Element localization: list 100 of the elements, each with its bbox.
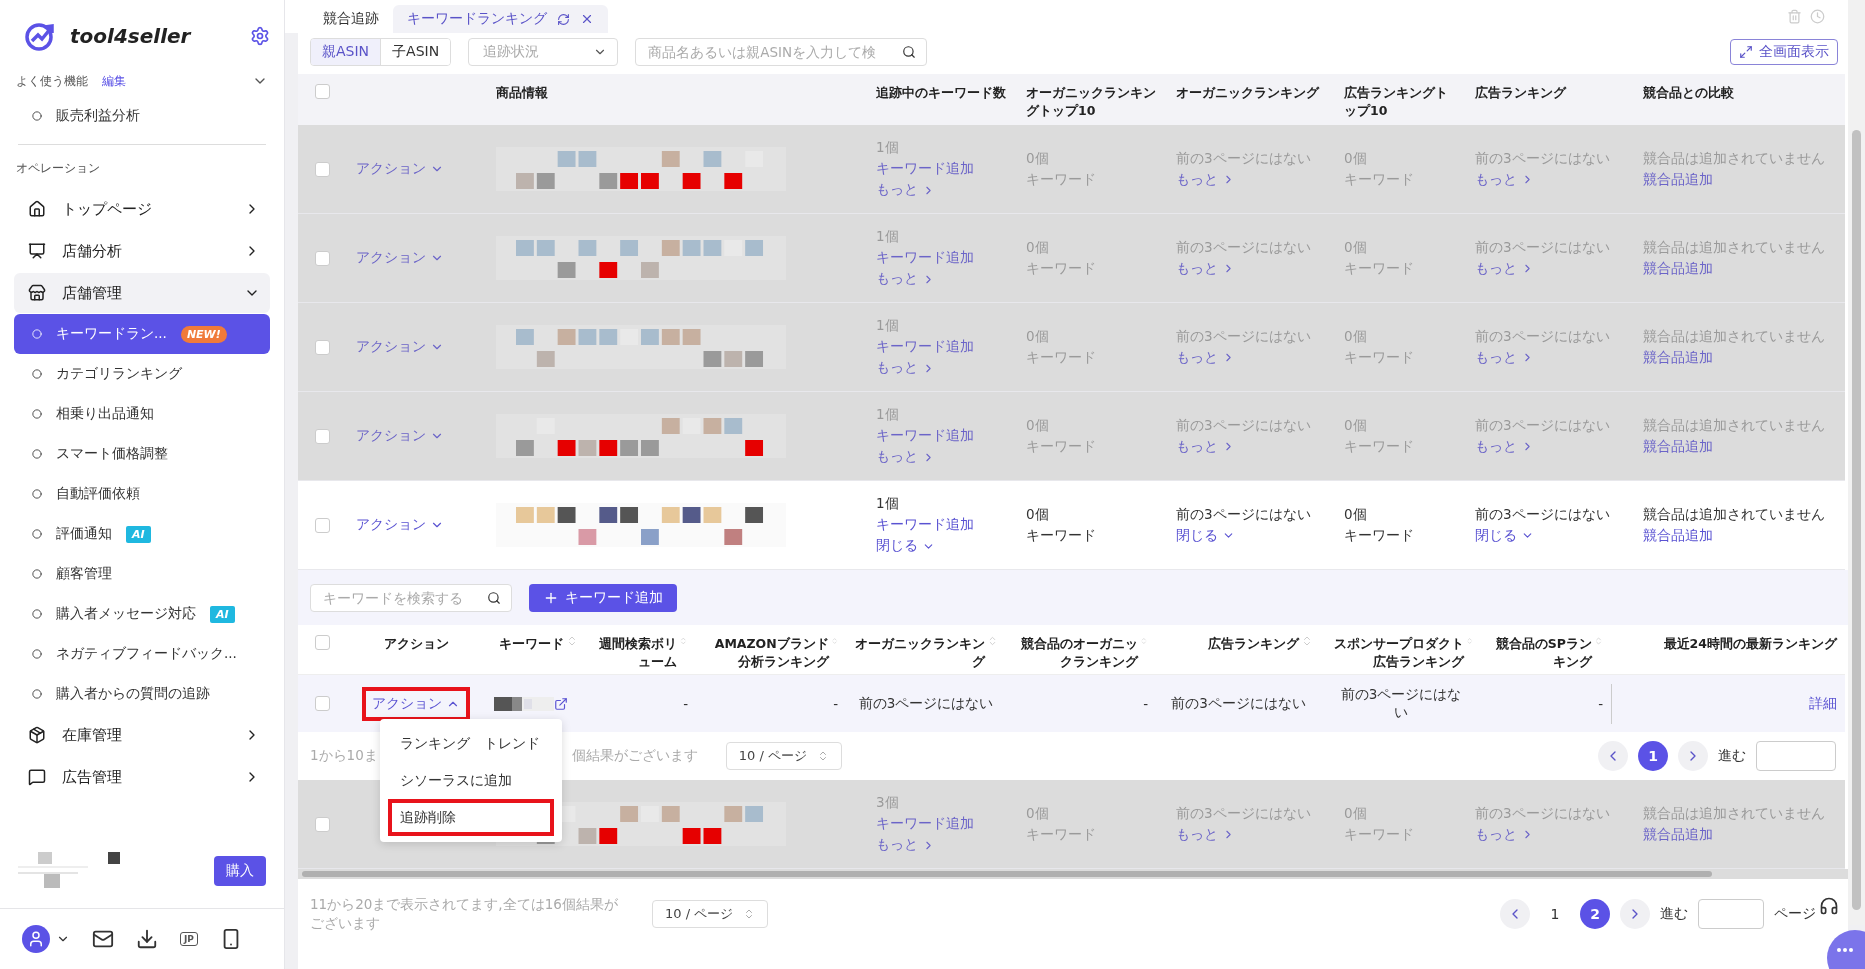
more-link[interactable]: もっと bbox=[1176, 259, 1235, 278]
column-header[interactable]: スポンサープロダクト広告ランキング bbox=[1329, 635, 1473, 670]
action-dropdown[interactable]: アクション bbox=[356, 160, 444, 178]
action-dropdown[interactable]: アクション bbox=[356, 516, 444, 534]
trash-icon[interactable] bbox=[1787, 9, 1802, 24]
buy-button[interactable]: 購入 bbox=[214, 855, 266, 886]
action-dropdown[interactable]: アクション bbox=[356, 249, 444, 267]
add-competitor-link[interactable]: 競合品追加 bbox=[1643, 259, 1713, 278]
more-link[interactable]: もっと bbox=[1176, 170, 1235, 189]
more-link[interactable]: もっと bbox=[876, 181, 935, 199]
add-keyword-link[interactable]: キーワード追加 bbox=[876, 815, 974, 833]
more-link[interactable]: もっと bbox=[876, 270, 935, 288]
next-page-button[interactable] bbox=[1620, 899, 1650, 929]
fullscreen-button[interactable]: 全画面表示 bbox=[1730, 38, 1838, 65]
nav-item[interactable]: キーワードラン... NEW! bbox=[14, 314, 270, 354]
nav-item[interactable]: 相乗り出品通知 bbox=[14, 394, 270, 434]
menu-item[interactable]: ランキング トレンド bbox=[380, 725, 562, 762]
checkbox[interactable] bbox=[314, 428, 330, 444]
page-input[interactable] bbox=[1698, 899, 1764, 929]
search-field[interactable]: 商品名あるいは親ASINを入力して検 bbox=[635, 37, 928, 66]
checkbox[interactable] bbox=[314, 696, 330, 711]
tab[interactable]: 競合追跡 bbox=[309, 5, 393, 33]
nav-item[interactable]: カテゴリランキング bbox=[14, 354, 270, 394]
add-competitor-link[interactable]: 競合品追加 bbox=[1643, 348, 1713, 367]
language-button[interactable]: JP bbox=[180, 932, 198, 946]
nav-item[interactable]: ネガティブフィードバック... bbox=[14, 634, 270, 674]
nav-item[interactable]: 購入者からの質問の追跡 bbox=[14, 674, 270, 714]
nav-group[interactable]: 店舗分析 bbox=[14, 231, 270, 271]
nav-group[interactable]: 広告管理 bbox=[14, 757, 270, 797]
add-competitor-link[interactable]: 競合品追加 bbox=[1643, 437, 1713, 456]
column-header[interactable]: キーワード bbox=[499, 635, 578, 653]
column-header[interactable]: 競合品のオーガニックランキング bbox=[1014, 635, 1148, 670]
column-header[interactable]: 競合品のSPランキング bbox=[1489, 635, 1603, 670]
avatar-icon[interactable] bbox=[22, 925, 50, 953]
download-icon[interactable] bbox=[136, 928, 158, 950]
previous-page-button[interactable] bbox=[1598, 741, 1628, 771]
add-keyword-link[interactable]: キーワード追加 bbox=[876, 160, 974, 178]
mail-icon[interactable] bbox=[92, 928, 114, 950]
previous-page-button[interactable] bbox=[1500, 899, 1530, 929]
more-link[interactable]: もっと bbox=[876, 448, 935, 466]
more-link[interactable]: もっと bbox=[1475, 259, 1534, 278]
checkbox[interactable] bbox=[314, 517, 330, 533]
refresh-icon[interactable] bbox=[557, 12, 570, 26]
nav-item[interactable]: 評価通知 AI bbox=[14, 514, 270, 554]
action-dropdown[interactable]: アクション bbox=[356, 427, 444, 445]
add-keyword-link[interactable]: キーワード追加 bbox=[876, 427, 974, 445]
checkbox[interactable] bbox=[314, 161, 330, 177]
keyword-search-field[interactable]: キーワードを検索する bbox=[310, 583, 512, 612]
page-size-select[interactable]: 10 / ページ bbox=[725, 742, 842, 770]
asin-toggle-option[interactable]: 親ASIN bbox=[311, 38, 382, 65]
menu-item[interactable]: 追跡削除 bbox=[388, 799, 554, 836]
more-link[interactable]: もっと bbox=[1475, 170, 1534, 189]
edit-link[interactable]: 編集 bbox=[102, 72, 238, 90]
more-link[interactable]: もっと bbox=[1475, 825, 1534, 844]
page-size-select[interactable]: 10 / ページ bbox=[652, 900, 769, 928]
action-dropdown[interactable]: アクション bbox=[356, 338, 444, 356]
details-link[interactable]: 詳細 bbox=[1809, 694, 1837, 713]
add-competitor-link[interactable]: 競合品追加 bbox=[1643, 170, 1713, 189]
checkbox[interactable] bbox=[314, 250, 330, 266]
checkbox[interactable] bbox=[314, 339, 330, 355]
more-link[interactable]: もっと bbox=[1176, 348, 1235, 367]
nav-group[interactable]: 店舗管理 bbox=[14, 273, 270, 313]
external-link-icon[interactable] bbox=[554, 696, 568, 711]
clock-icon[interactable] bbox=[1810, 9, 1825, 24]
menu-item[interactable]: シソーラスに追加 bbox=[380, 762, 562, 799]
more-link[interactable]: もっと bbox=[1475, 437, 1534, 456]
settings-icon[interactable] bbox=[250, 26, 270, 46]
checkbox[interactable] bbox=[314, 816, 330, 832]
collapse-link[interactable]: 閉じる bbox=[1176, 526, 1235, 545]
nav-group[interactable]: 在庫管理 bbox=[14, 715, 270, 755]
page-button[interactable]: 1 bbox=[1638, 741, 1668, 771]
column-header[interactable]: AMAZONブランド分析ランキング bbox=[704, 635, 838, 670]
column-header[interactable]: オーガニックランキング bbox=[854, 635, 998, 670]
nav-item[interactable]: 自動評価依頼 bbox=[14, 474, 270, 514]
column-header[interactable]: 週間検索ボリューム bbox=[594, 635, 688, 670]
page-input[interactable] bbox=[1756, 741, 1836, 771]
checkbox[interactable] bbox=[314, 635, 330, 650]
collapse-link[interactable]: 閉じる bbox=[876, 537, 935, 555]
tab[interactable]: キーワードランキング bbox=[393, 5, 608, 33]
more-link[interactable]: もっと bbox=[1475, 348, 1534, 367]
nav-item[interactable]: 販売利益分析 bbox=[14, 96, 270, 136]
page-button[interactable]: 1 bbox=[1540, 899, 1570, 929]
nav-group[interactable]: トップページ bbox=[14, 189, 270, 229]
more-link[interactable]: もっと bbox=[1176, 437, 1235, 456]
more-link[interactable]: もっと bbox=[876, 359, 935, 377]
horizontal-scrollbar[interactable] bbox=[298, 869, 1848, 879]
page-button[interactable]: 2 bbox=[1580, 899, 1610, 929]
more-link[interactable]: もっと bbox=[876, 836, 935, 854]
close-icon[interactable] bbox=[580, 12, 594, 26]
checkbox[interactable] bbox=[314, 84, 330, 99]
add-keyword-button[interactable]: キーワード追加 bbox=[529, 583, 677, 612]
nav-item[interactable]: 顧客管理 bbox=[14, 554, 270, 594]
add-keyword-link[interactable]: キーワード追加 bbox=[876, 249, 974, 267]
more-link[interactable]: もっと bbox=[1176, 825, 1235, 844]
add-competitor-link[interactable]: 競合品追加 bbox=[1643, 526, 1713, 545]
nav-item[interactable]: 購入者メッセージ対応 AI bbox=[14, 594, 270, 634]
add-keyword-link[interactable]: キーワード追加 bbox=[876, 338, 974, 356]
next-page-button[interactable] bbox=[1678, 741, 1708, 771]
collapse-link[interactable]: 閉じる bbox=[1475, 526, 1534, 545]
nav-item[interactable]: スマート価格調整 bbox=[14, 434, 270, 474]
